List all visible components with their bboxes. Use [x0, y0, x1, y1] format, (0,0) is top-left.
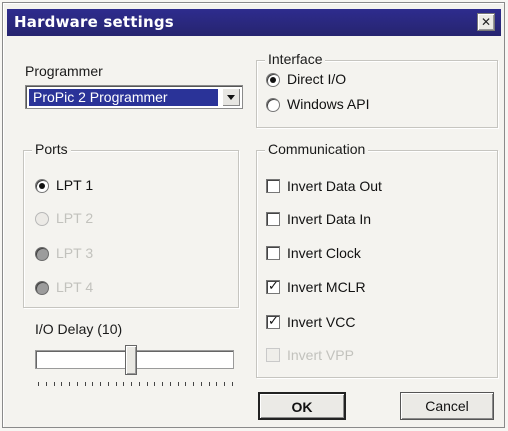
hardware-settings-dialog: Hardware settings ✕ Programmer ProPic 2 …: [2, 2, 505, 428]
invert-clock-label: Invert Clock: [287, 245, 361, 261]
slider-tick: [216, 382, 217, 386]
ports-caption: Ports: [32, 141, 71, 157]
slider-tick: [85, 382, 86, 386]
cancel-button[interactable]: Cancel: [400, 392, 494, 420]
ok-button[interactable]: OK: [258, 392, 346, 420]
invert-data-in-checkbox[interactable]: [266, 212, 280, 226]
chevron-down-icon: [227, 95, 235, 100]
slider-tick: [209, 382, 210, 386]
slider-tick: [123, 382, 124, 386]
direct-io-radio[interactable]: [266, 73, 280, 87]
slider-tick: [46, 382, 47, 386]
window-title: Hardware settings: [14, 13, 174, 31]
invert-clock-checkbox[interactable]: [266, 246, 280, 260]
lpt3-radio[interactable]: [35, 247, 49, 261]
io-delay-slider-thumb[interactable]: [125, 345, 137, 375]
slider-tick: [92, 382, 93, 386]
programmer-select-value: ProPic 2 Programmer: [29, 89, 218, 106]
slider-tick: [77, 382, 78, 386]
slider-tick: [232, 382, 233, 386]
lpt2-radio[interactable]: [35, 212, 49, 226]
slider-tick: [147, 382, 148, 386]
slider-tick: [224, 382, 225, 386]
slider-tick: [54, 382, 55, 386]
lpt4-radio[interactable]: [35, 281, 49, 295]
lpt4-label: LPT 4: [56, 279, 94, 295]
slider-tick: [201, 382, 202, 386]
interface-caption: Interface: [265, 51, 326, 67]
slider-tick: [61, 382, 62, 386]
invert-mclr-label: Invert MCLR: [287, 279, 366, 295]
windows-api-label: Windows API: [287, 96, 370, 112]
programmer-label: Programmer: [25, 63, 103, 79]
slider-tick: [116, 382, 117, 386]
invert-vpp-checkbox[interactable]: [266, 348, 280, 362]
invert-vpp-label: Invert VPP: [287, 347, 354, 363]
slider-tick: [131, 382, 132, 386]
slider-tick: [139, 382, 140, 386]
slider-tick: [154, 382, 155, 386]
check-icon: ✓: [268, 278, 279, 293]
title-bar[interactable]: Hardware settings ✕: [7, 9, 501, 36]
invert-vcc-checkbox[interactable]: ✓: [266, 313, 280, 329]
communication-caption: Communication: [265, 141, 369, 157]
invert-mclr-checkbox[interactable]: ✓: [266, 278, 280, 294]
direct-io-label: Direct I/O: [287, 71, 347, 87]
slider-tick: [185, 382, 186, 386]
slider-tick: [162, 382, 163, 386]
slider-tick: [178, 382, 179, 386]
slider-tick: [170, 382, 171, 386]
programmer-select[interactable]: ProPic 2 Programmer: [25, 85, 243, 109]
windows-api-radio[interactable]: [266, 98, 280, 112]
close-icon: ✕: [480, 15, 492, 29]
invert-data-out-label: Invert Data Out: [287, 178, 382, 194]
slider-tick: [193, 382, 194, 386]
slider-tick: [100, 382, 101, 386]
lpt1-radio[interactable]: [35, 179, 49, 193]
invert-data-out-checkbox[interactable]: [266, 179, 280, 193]
invert-data-in-label: Invert Data In: [287, 211, 372, 227]
io-delay-label: I/O Delay (10): [35, 321, 123, 337]
lpt1-label: LPT 1: [56, 177, 94, 193]
invert-vcc-label: Invert VCC: [287, 314, 356, 330]
lpt3-label: LPT 3: [56, 245, 94, 261]
slider-tick: [69, 382, 70, 386]
slider-tick: [38, 382, 39, 386]
lpt2-label: LPT 2: [56, 210, 94, 226]
check-icon: ✓: [268, 313, 279, 328]
slider-tick: [108, 382, 109, 386]
close-button[interactable]: ✕: [477, 13, 495, 31]
programmer-dropdown-button[interactable]: [222, 88, 240, 106]
io-delay-ticks: [38, 382, 233, 388]
